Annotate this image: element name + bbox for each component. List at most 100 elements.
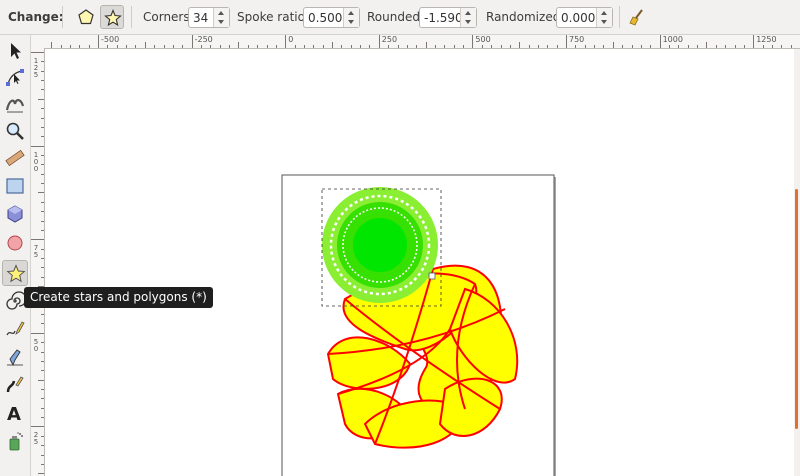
spin-up-icon[interactable] <box>214 8 229 17</box>
ruler-tick <box>60 45 62 48</box>
scrollbar-thumb[interactable] <box>795 189 798 429</box>
ruler-tick <box>416 45 418 48</box>
vertical-scrollbar[interactable] <box>794 49 800 476</box>
randomized-spin-buttons[interactable] <box>596 8 612 27</box>
ruler-tick <box>126 45 128 48</box>
ruler-tick <box>41 70 44 72</box>
ruler-tick <box>201 45 202 48</box>
tweak-tool[interactable] <box>2 91 28 117</box>
zoom-tool[interactable] <box>2 118 28 144</box>
drawing-canvas[interactable] <box>45 49 794 476</box>
spoke-ratio-input[interactable] <box>304 8 343 27</box>
ruler-tick <box>191 35 193 48</box>
ruler-tick <box>41 417 44 418</box>
ruler-tick <box>107 45 109 48</box>
ellipse-icon <box>7 235 23 251</box>
ruler-tick <box>38 379 44 381</box>
ruler-tick <box>41 323 44 325</box>
node-tool[interactable] <box>2 64 28 90</box>
polygon-mode-button[interactable] <box>74 5 98 29</box>
text-tool[interactable]: A <box>2 400 28 426</box>
randomized-spinbox[interactable] <box>556 7 613 28</box>
ruler-tick <box>285 35 287 48</box>
ruler-label: 750 <box>569 35 585 44</box>
rectangle-tool[interactable] <box>2 173 28 199</box>
corners-spin-buttons[interactable] <box>213 8 229 27</box>
spoke-ratio-spinbox[interactable] <box>303 7 360 28</box>
ruler-tick <box>41 360 44 362</box>
ruler-tick <box>41 314 44 316</box>
ruler-tick <box>734 45 736 48</box>
ruler-tick <box>369 45 371 48</box>
star-mode-button[interactable] <box>100 5 124 29</box>
calligraphy-tool[interactable] <box>2 372 28 398</box>
ruler-tick <box>38 98 44 100</box>
ruler-tick <box>31 426 44 428</box>
selector-arrow-icon <box>11 43 21 59</box>
spray-tool[interactable] <box>2 428 28 454</box>
ruler-tick <box>519 42 521 48</box>
spoke-ratio-spin-buttons[interactable] <box>343 8 359 27</box>
vertical-ruler[interactable]: 125 100 75 50 25 <box>31 48 45 476</box>
ruler-tick <box>266 45 268 48</box>
ruler-tick <box>500 45 502 48</box>
ruler-tick <box>41 435 44 437</box>
randomized-input[interactable] <box>557 8 596 27</box>
ruler-tick <box>31 332 44 334</box>
ruler-tick <box>31 145 44 147</box>
box3d-tool[interactable] <box>2 201 28 227</box>
ruler-tick <box>669 45 670 48</box>
corners-input[interactable] <box>189 8 213 27</box>
ruler-tick <box>41 136 44 138</box>
ruler-tick <box>753 35 755 48</box>
ruler-tick <box>41 183 44 184</box>
spin-up-icon[interactable] <box>597 8 612 17</box>
pen-icon <box>7 349 23 367</box>
ruler-tick <box>31 52 44 53</box>
ruler-label: 250 <box>381 35 398 44</box>
spin-down-icon[interactable] <box>597 18 612 27</box>
ruler-tick <box>41 126 44 128</box>
reset-defaults-button[interactable] <box>625 5 649 29</box>
ruler-tick <box>528 45 530 48</box>
svg-text:A: A <box>7 404 21 423</box>
rounded-spin-buttons[interactable] <box>460 8 476 27</box>
ruler-label: -500 <box>101 35 120 44</box>
ruler-label: 100 <box>33 150 39 173</box>
corners-label: Corners: <box>143 10 194 24</box>
node-editor-icon <box>6 69 24 86</box>
ruler-tick <box>41 389 44 390</box>
pen-tool[interactable] <box>2 344 28 370</box>
ruler-tick <box>472 35 474 48</box>
ruler-tick <box>41 61 44 63</box>
spin-down-icon[interactable] <box>461 18 476 27</box>
ruler-tick <box>41 211 44 213</box>
ruler-tick <box>603 45 605 48</box>
star-handle[interactable] <box>428 272 436 280</box>
ruler-tick <box>406 45 408 48</box>
ruler-tick <box>41 407 44 409</box>
star-tool[interactable] <box>2 260 28 286</box>
pencil-tool[interactable] <box>2 316 28 342</box>
corners-spinbox[interactable] <box>188 7 230 28</box>
ruler-tick <box>88 45 90 48</box>
selector-tool[interactable] <box>2 38 28 64</box>
horizontal-ruler[interactable]: -500 -250 0 250 500 750 1000 1250 <box>44 35 800 49</box>
spin-up-icon[interactable] <box>344 8 359 17</box>
ruler-tick <box>463 45 464 48</box>
ellipse-tool[interactable] <box>2 230 28 256</box>
rounded-input[interactable] <box>420 8 460 27</box>
ruler-tick <box>41 257 44 259</box>
ruler-tick <box>163 45 165 48</box>
spin-down-icon[interactable] <box>344 18 359 27</box>
ruler-tick <box>678 45 680 48</box>
spin-up-icon[interactable] <box>461 8 476 17</box>
green-star-object[interactable] <box>322 187 438 303</box>
measure-tool[interactable] <box>2 145 28 171</box>
spin-down-icon[interactable] <box>214 18 229 27</box>
tool-controls-bar: Change: Corners: Spoke ratio: Rounded: <box>0 0 800 35</box>
toolbar-separator <box>131 6 132 28</box>
ruler-tick <box>453 45 455 48</box>
rounded-spinbox[interactable] <box>419 7 477 28</box>
calligraphy-icon <box>6 376 24 393</box>
